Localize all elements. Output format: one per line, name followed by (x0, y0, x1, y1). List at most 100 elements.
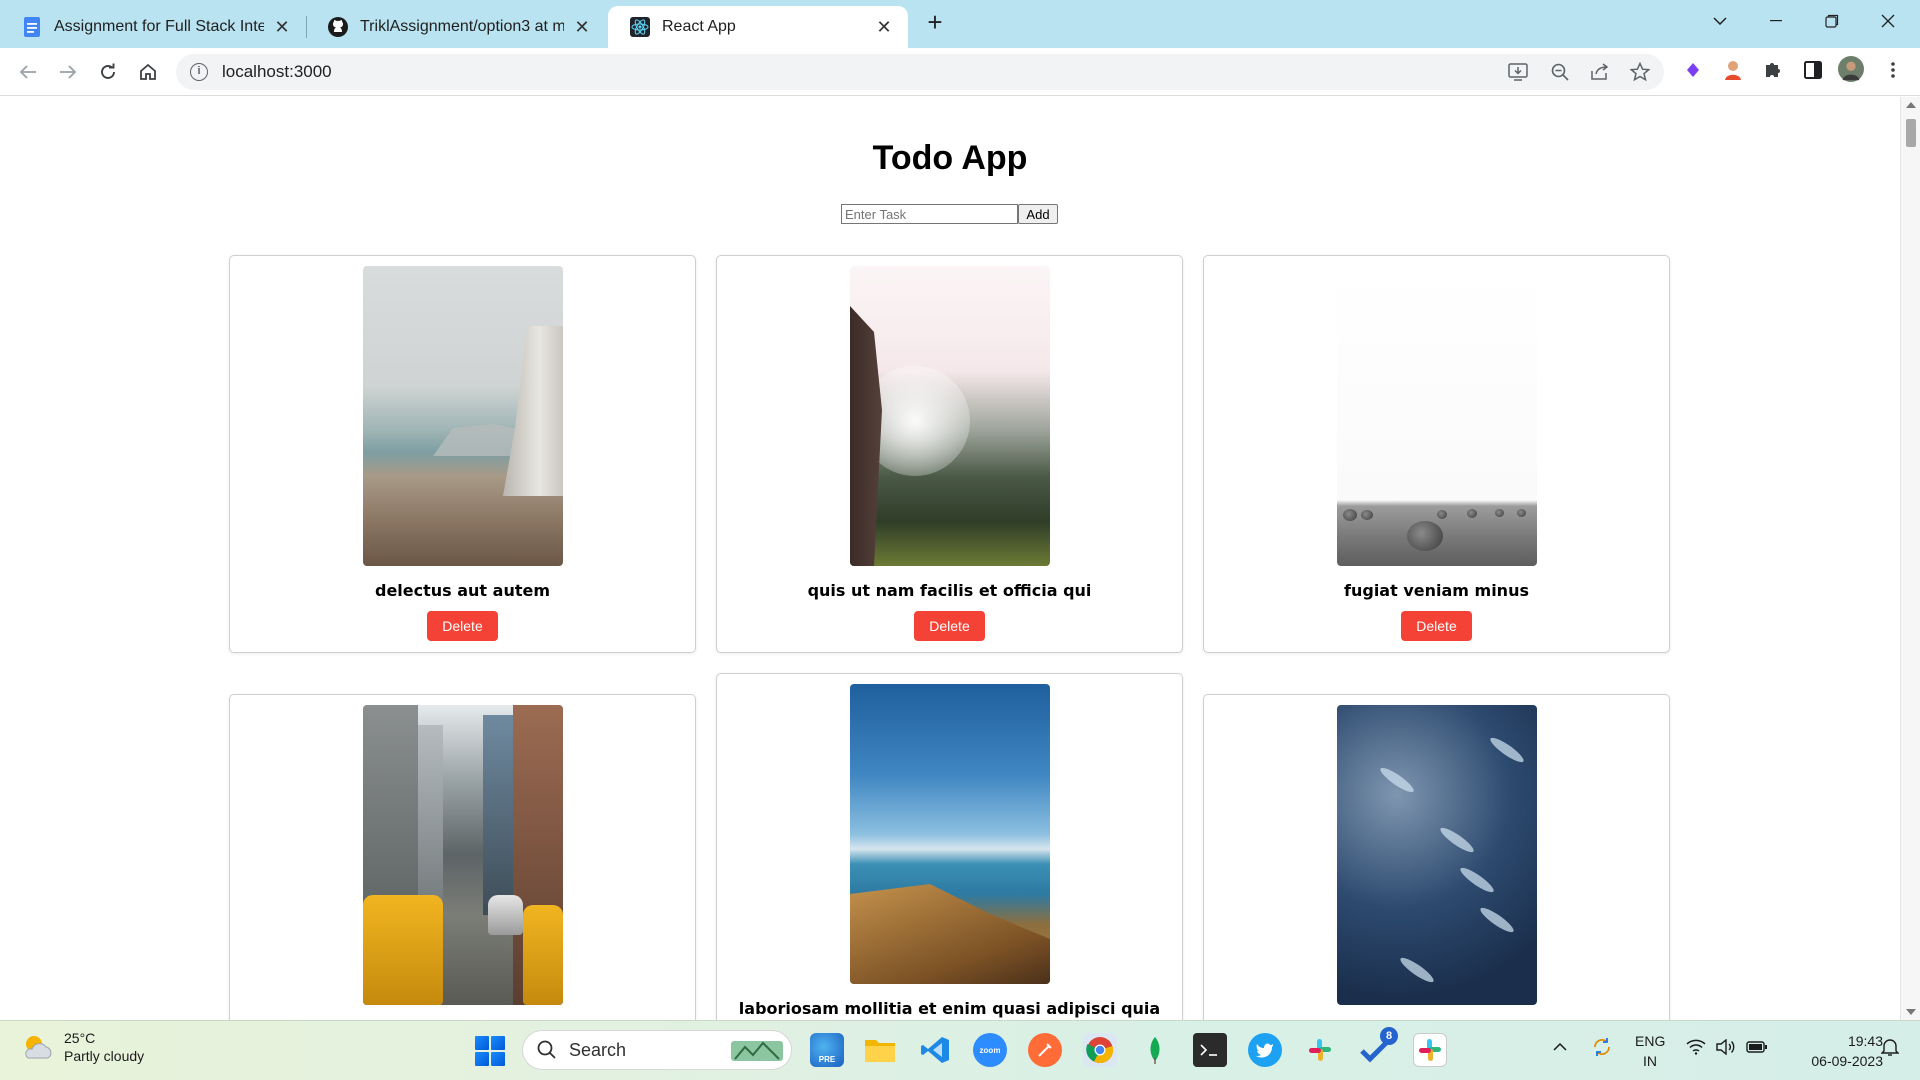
scroll-thumb[interactable] (1906, 119, 1916, 147)
page-scrollbar[interactable] (1900, 97, 1920, 1020)
taskbar-search[interactable]: Search (522, 1030, 792, 1070)
todo-text: delectus aut autem (374, 581, 551, 600)
battery-icon[interactable] (1745, 1035, 1769, 1059)
search-label: Search (569, 1039, 627, 1060)
new-tab-button[interactable]: + (922, 9, 948, 36)
region-code: IN (1643, 1053, 1657, 1069)
tab-title: React App (662, 18, 736, 35)
google-docs-icon (22, 17, 42, 37)
minimize-button[interactable] (1758, 6, 1794, 36)
photo-detail (1477, 904, 1517, 936)
wifi-icon[interactable] (1685, 1035, 1707, 1059)
todo-card: delectus aut autem Delete (229, 255, 696, 653)
photo-detail (503, 326, 563, 496)
extension-avatar-icon[interactable] (1720, 57, 1746, 83)
add-button[interactable]: Add (1018, 204, 1058, 224)
home-icon[interactable] (134, 58, 162, 86)
photo-detail (1397, 954, 1437, 986)
clock-time: 19:43 (1847, 1033, 1883, 1049)
delete-button[interactable]: Delete (427, 611, 498, 641)
extensions-puzzle-icon[interactable] (1760, 57, 1786, 83)
react-icon (630, 17, 650, 37)
weather-condition: Partly cloudy (64, 1048, 145, 1064)
zoom-out-icon[interactable] (1548, 60, 1572, 84)
address-bar[interactable]: i localhost:3000 (176, 54, 1664, 90)
file-explorer-icon[interactable] (863, 1033, 897, 1067)
site-info-icon[interactable]: i (190, 63, 208, 81)
photo-detail (483, 715, 513, 915)
close-tab-icon[interactable]: ✕ (874, 17, 894, 37)
clock-date: 06-09-2023 (1811, 1053, 1883, 1069)
language-code: ENG (1635, 1033, 1666, 1049)
photo-detail (1495, 509, 1504, 517)
task-input[interactable] (841, 204, 1018, 224)
delete-button[interactable]: Delete (1401, 611, 1472, 641)
volume-icon[interactable] (1715, 1035, 1737, 1059)
input-language[interactable]: ENG IN (1635, 1031, 1665, 1071)
todo-card: laboriosam mollitia et enim quasi adipis… (716, 673, 1183, 1020)
scroll-down-icon[interactable] (1906, 1009, 1916, 1015)
search-highlight-icon (731, 1041, 783, 1061)
todo-text: laboriosam mollitia et enim quasi adipis… (738, 999, 1161, 1020)
tab-title: TriklAssignment/option3 at maste (360, 18, 564, 35)
windows-logo-tile (491, 1036, 505, 1050)
photo-detail (1437, 510, 1447, 519)
show-hidden-icons-chevron-icon[interactable] (1550, 1035, 1570, 1059)
tab-assignment-doc[interactable]: Assignment for Full Stack Interns ✕ (0, 6, 306, 48)
photo-detail (523, 905, 563, 1005)
delete-button[interactable]: Delete (914, 611, 985, 641)
install-app-icon[interactable] (1506, 60, 1530, 84)
photo-detail (363, 895, 443, 1005)
windows-taskbar: 25°C Partly cloudy Search PRE zoom 8 ENG… (0, 1020, 1920, 1080)
bookmark-star-icon[interactable] (1628, 60, 1652, 84)
github-icon (328, 17, 348, 37)
photo-detail (1467, 509, 1477, 518)
windows-logo-tile (475, 1052, 489, 1066)
twitter-icon[interactable] (1248, 1033, 1282, 1067)
close-tab-icon[interactable]: ✕ (572, 17, 592, 37)
coast-aerial-photo (850, 684, 1050, 984)
weather-widget[interactable]: 25°C Partly cloudy (20, 1029, 144, 1065)
chrome-icon[interactable] (1083, 1033, 1117, 1067)
url-text: localhost:3000 (222, 62, 332, 81)
tab-github[interactable]: TriklAssignment/option3 at maste ✕ (306, 6, 606, 48)
system-clock[interactable]: 19:43 06-09-2023 (1788, 1031, 1883, 1071)
side-panel-icon[interactable] (1800, 57, 1826, 83)
postman-icon[interactable] (1028, 1033, 1062, 1067)
slack-icon[interactable] (1303, 1033, 1337, 1067)
restore-button[interactable] (1814, 6, 1850, 36)
photo-detail (850, 884, 1050, 984)
browser-toolbar: i localhost:3000 (0, 48, 1920, 96)
tab-search-chevron-icon[interactable] (1702, 6, 1738, 36)
todo-app-icon[interactable]: 8 (1358, 1027, 1398, 1067)
page-title: Todo App (872, 139, 1028, 177)
close-tab-icon[interactable]: ✕ (272, 17, 292, 37)
terminal-icon[interactable] (1193, 1033, 1227, 1067)
windows-logo-tile (491, 1052, 505, 1066)
vscode-icon[interactable] (918, 1033, 952, 1067)
profile-avatar-icon[interactable] (1838, 56, 1864, 82)
browser-menu-icon[interactable] (1880, 57, 1906, 83)
extension-purple-icon[interactable] (1680, 57, 1706, 83)
scroll-up-icon[interactable] (1906, 102, 1916, 108)
close-window-button[interactable] (1870, 6, 1906, 36)
share-icon[interactable] (1588, 60, 1612, 84)
beach-cliff-photo (363, 266, 563, 566)
start-menu-button[interactable] (475, 1036, 505, 1066)
slack-alt-icon[interactable] (1413, 1033, 1447, 1067)
back-icon[interactable] (14, 58, 42, 86)
forward-icon[interactable] (54, 58, 82, 86)
todo-card: quis ut nam facilis et officia qui Delet… (716, 255, 1183, 653)
photo-detail (1377, 764, 1417, 796)
sync-icon[interactable] (1590, 1035, 1614, 1059)
notifications-icon[interactable] (1878, 1035, 1902, 1059)
mongodb-compass-icon[interactable] (1138, 1033, 1172, 1067)
tab-react-app[interactable]: React App ✕ (608, 6, 908, 48)
weather-temperature: 25°C (64, 1030, 96, 1046)
zoom-icon[interactable]: zoom (973, 1033, 1007, 1067)
photo-detail (1343, 509, 1357, 521)
edge-dev-icon[interactable]: PRE (810, 1033, 844, 1067)
tab-strip: Assignment for Full Stack Interns ✕ Trik… (0, 0, 1920, 48)
reload-icon[interactable] (94, 58, 122, 86)
tab-title: Assignment for Full Stack Interns (54, 18, 264, 35)
